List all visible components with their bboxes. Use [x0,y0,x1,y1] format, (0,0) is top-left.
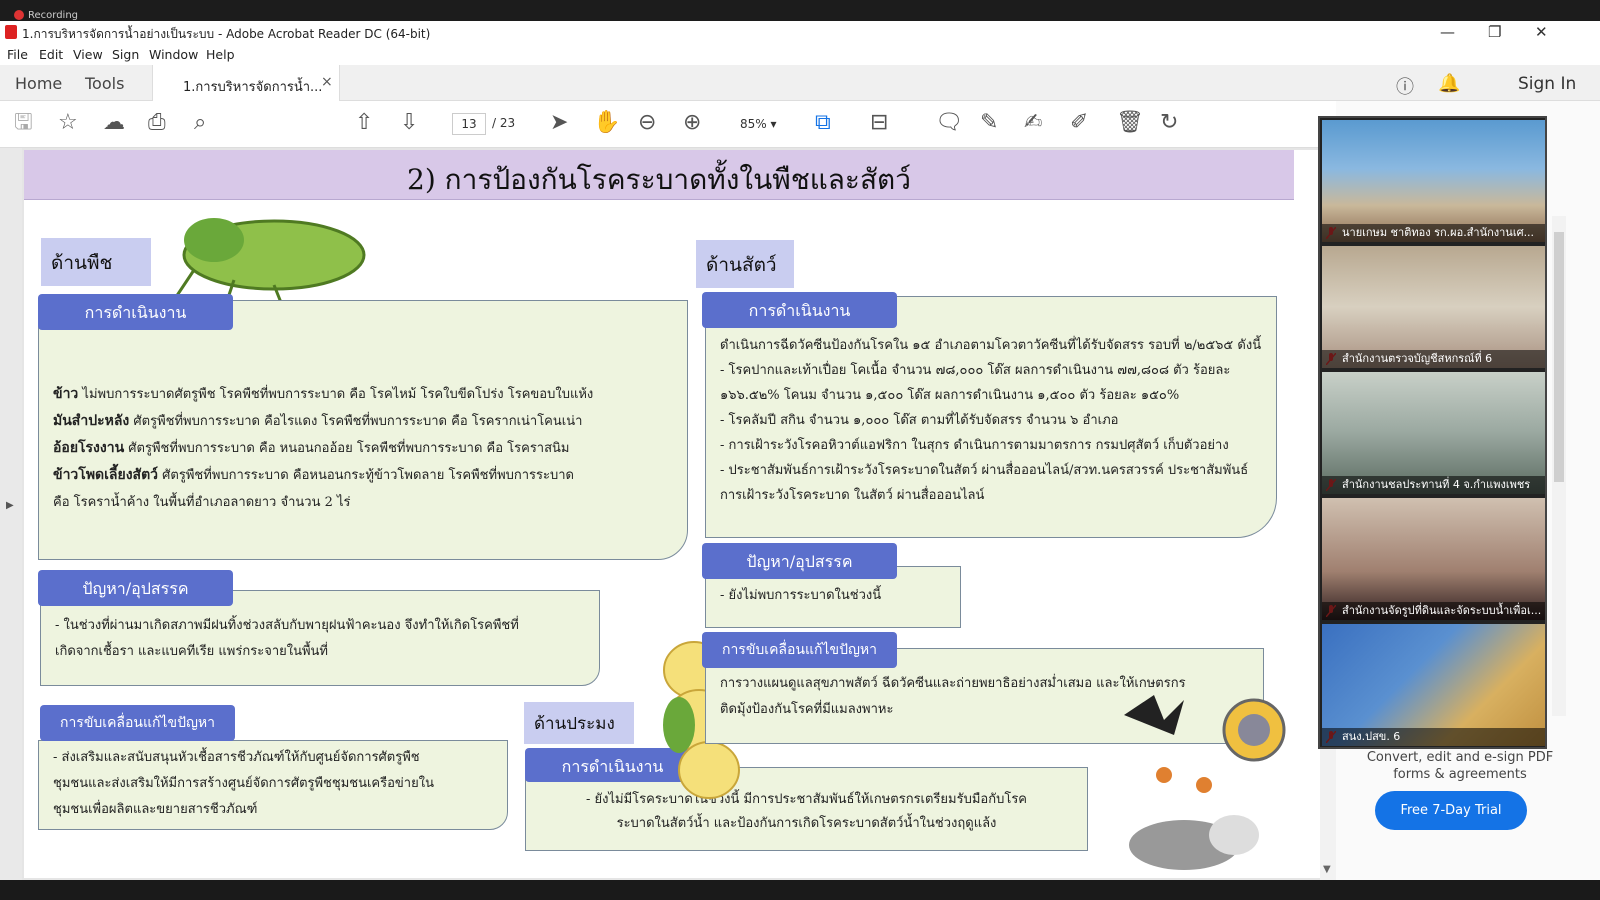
participant-name: นายเกษม ชาติทอง รก.ผอ.สำนักงานเศ... [1322,224,1545,242]
help-icon[interactable]: ⓘ [1396,73,1414,99]
upload-cloud-icon[interactable]: ☁ [103,111,125,135]
close-window-icon[interactable]: ✕ [1535,23,1548,41]
zoom-dropdown[interactable]: 85% ▾ [740,113,800,135]
sign-in-button[interactable]: Sign In [1518,74,1576,94]
participant-name: สำนักงานจัดรูปที่ดินและจัดระบบน้ำเพื่อเ.… [1322,602,1545,620]
plant-ops-line: ข้าวโพดเลี้ยงสัตว์ ศัตรูพืชที่พบการระบาด… [53,467,574,483]
screen-recorder-bar: Recording [0,0,1600,21]
menu-help[interactable]: Help [206,47,235,62]
taskbar-strip [0,880,1600,900]
tab-document[interactable]: 1.การบริหารจัดการน้ำ... × [152,65,340,102]
tab-bar: Home Tools 1.การบริหารจัดการน้ำ... × ⓘ 🔔… [0,65,1600,102]
select-cursor-icon[interactable]: ➤ [550,111,568,135]
menu-sign[interactable]: Sign [112,47,139,62]
fit-page-icon[interactable]: ⧉ [815,111,831,135]
page-total: / 23 [492,116,516,130]
fill-sign-icon[interactable]: ✐ [1070,111,1088,135]
chevron-down-icon: ▾ [770,117,777,131]
bookmark-star-icon[interactable]: ☆ [58,111,78,135]
plant-problem-label: ปัญหา/อุปสรรค [38,570,233,606]
animal-heading: ด้านสัตว์ [696,240,794,288]
previous-page-icon[interactable]: ⇧ [355,111,373,135]
rotate-icon[interactable]: ↻ [1160,111,1178,135]
draw-icon[interactable]: ✍ [1024,111,1042,135]
right-scroll-thumb[interactable] [1554,232,1564,482]
hand-tool-icon[interactable]: ✋ [593,111,620,135]
participant-tile[interactable]: นายเกษม ชาติทอง รก.ผอ.สำนักงานเศ... [1322,120,1545,242]
delete-icon[interactable]: 🗑 [1116,111,1144,135]
print-icon[interactable]: ⎙ [148,111,166,135]
plant-heading: ด้านพืช [41,238,151,286]
plant-drive-box: - ส่งเสริมและสนับสนุนหัวเชื้อสารชีวภัณฑ์… [38,740,508,830]
promo-text: Convert, edit and e-sign PDF forms & agr… [1366,750,1554,782]
plant-drive-label: การขับเคลื่อนแก้ไขปัญหา [40,705,235,741]
menu-bar: File Edit View Sign Window Help [0,44,1600,65]
next-page-icon[interactable]: ⇩ [400,111,418,135]
plant-ops-line: ข้าว ไม่พบการระบาดศัตรูพืช โรคพืชที่พบกา… [53,386,594,402]
restore-icon[interactable]: ❐ [1488,23,1501,41]
tab-document-label: 1.การบริหารจัดการน้ำ... [183,80,323,95]
search-icon[interactable]: ⌕ [194,111,206,135]
plant-ops-line: คือ โรคราน้ำค้าง ในพื้นที่อำเภอลาดยาว จำ… [53,495,351,510]
pdf-icon [5,25,17,39]
slide-title: 2) การป้องกันโรคระบาดทั้งในพืชและสัตว์ [407,163,911,196]
menu-edit[interactable]: Edit [39,47,63,62]
right-panel-scrollbar[interactable] [1552,216,1566,716]
animal-ops-box: ดำเนินการฉีดวัคซีนป้องกันโรคใน ๑๕ อำเภอต… [705,296,1277,538]
participant-tile[interactable]: สำนักงานตรวจบัญชีสหกรณ์ที่ 6 [1322,246,1545,368]
window-titlebar: 1.การบริหารจัดการน้ำอย่างเป็นระบบ - Adob… [0,21,1600,44]
minimize-icon[interactable]: — [1440,23,1455,41]
pdf-page: 2) การป้องกันโรคระบาดทั้งในพืชและสัตว์ ด… [24,150,1320,878]
tab-home[interactable]: Home [15,74,62,93]
plant-ops-box: ข้าว ไม่พบการระบาดศัตรูพืช โรคพืชที่พบกา… [38,300,688,560]
participant-tile[interactable]: สนง.ปสข. 6 [1322,624,1545,746]
animal-drive-label: การขับเคลื่อนแก้ไขปัญหา [702,632,897,668]
expand-panel-icon[interactable]: ▶ [6,500,14,511]
menu-file[interactable]: File [7,47,28,62]
document-viewer: ▶ 2) การป้องกันโรคระบาดทั้งในพืชและสัตว์… [0,148,1336,880]
comment-icon[interactable]: 🗨 [935,111,963,135]
window-title: 1.การบริหารจัดการน้ำอย่างเป็นระบบ - Adob… [22,27,431,41]
page-number-input[interactable]: 13 [452,113,486,135]
participant-name: สนง.ปสข. 6 [1322,728,1545,746]
menu-view[interactable]: View [73,47,103,62]
menu-window[interactable]: Window [149,47,198,62]
recording-indicator: Recording [14,10,78,21]
left-panel-toggle[interactable]: ▶ [0,148,22,880]
highlight-icon[interactable]: ✎ [980,111,998,135]
close-tab-icon[interactable]: × [321,74,333,90]
measure-icon[interactable]: ⊟ [870,111,888,135]
video-call-gallery: นายเกษม ชาติทอง รก.ผอ.สำนักงานเศ... สำนั… [1318,116,1547,749]
plant-ops-line: มันสำปะหลัง ศัตรูพืชที่พบการระบาด คือไรแ… [53,413,583,429]
participant-name: สำนักงานชลประทานที่ 4 จ.กำแพงเพชร [1322,476,1545,494]
participant-name: สำนักงานตรวจบัญชีสหกรณ์ที่ 6 [1322,350,1545,368]
plant-ops-label: การดำเนินงาน [38,294,233,330]
free-trial-button[interactable]: Free 7-Day Trial [1375,791,1527,830]
record-icon [14,10,24,20]
tab-tools[interactable]: Tools [85,74,124,93]
plant-ops-line: อ้อยโรงงาน ศัตรูพืชที่พบการระบาด คือ หนอ… [53,440,570,456]
notification-bell-icon[interactable]: 🔔 [1438,73,1460,94]
animal-problem-label: ปัญหา/อุปสรรค [702,543,897,579]
participant-tile[interactable]: สำนักงานชลประทานที่ 4 จ.กำแพงเพชร [1322,372,1545,494]
fishery-heading: ด้านประมง [524,702,634,744]
save-icon[interactable]: 🖫 [14,111,33,135]
disease-animals-illustration [1124,695,1286,870]
zoom-in-icon[interactable]: ⊕ [683,111,701,135]
scroll-down-icon[interactable]: ▼ [1323,864,1331,875]
zoom-out-icon[interactable]: ⊖ [638,111,656,135]
slide-header: 2) การป้องกันโรคระบาดทั้งในพืชและสัตว์ [24,150,1294,200]
animal-ops-label: การดำเนินงาน [702,292,897,328]
participant-tile[interactable]: สำนักงานจัดรูปที่ดินและจัดระบบน้ำเพื่อเ.… [1322,498,1545,620]
